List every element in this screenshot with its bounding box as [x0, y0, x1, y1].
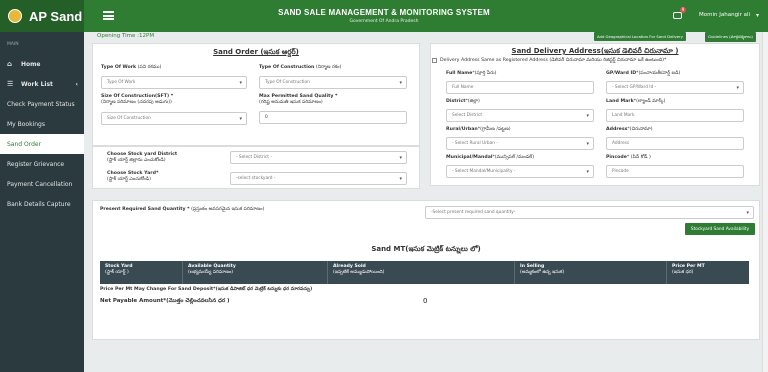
quantity-select[interactable]: -Select present required sand quantity- ▾	[425, 206, 754, 219]
size-of-construction-select[interactable]: Size Of Construction ▾	[101, 112, 247, 125]
stockyard-label: Choose Stock Yard* (స్టాక్ యార్డ్ ఎంచుకోం…	[107, 171, 159, 182]
scrollbar[interactable]	[762, 32, 768, 372]
sidebar-item-label: Bank Details Capture	[7, 200, 71, 208]
sidebar-section-label: MAIN	[7, 42, 19, 47]
pincode-input[interactable]: Pincode	[606, 165, 744, 178]
bell-icon[interactable]	[673, 12, 682, 19]
pincode-label: Pincode* (పిన్ కోడ్ )	[606, 155, 651, 160]
sidebar-item-label: My Bookings	[7, 120, 45, 128]
rural-urban-select[interactable]: - Select Rural Urban - ▾	[446, 137, 594, 150]
district-select[interactable]: Select District ▾	[446, 109, 594, 122]
sidebar-item-check-payment-status[interactable]: Check Payment Status	[0, 94, 84, 114]
column-header: Stock Yard (స్టాక్ యార్డ్ )	[100, 261, 183, 284]
chevron-down-icon: ▾	[586, 140, 589, 147]
sidebar-item-my-bookings[interactable]: My Bookings	[0, 114, 84, 134]
list-icon: ☰	[7, 80, 14, 88]
sidebar-item-label: Work List	[21, 80, 53, 88]
system-title: SAND SALE MANAGEMENT & MONITORING SYSTEM	[278, 8, 490, 17]
address-label: Address*(చిరునామా)	[606, 127, 653, 132]
chevron-down-icon: ▾	[586, 168, 589, 175]
same-address-label: Delivery Address Same as Registered Addr…	[440, 58, 667, 63]
district-label: District*(జిల్లా)	[446, 99, 480, 104]
sidebar-item-label: Check Payment Status	[7, 100, 75, 108]
chevron-down-icon: ▾	[399, 79, 402, 86]
sidebar-item-label: Sand Order	[7, 140, 42, 148]
guidelines-button[interactable]: Guidelines (మార్గదర్శకాలు)	[705, 32, 756, 42]
gp-ward-select[interactable]: - Select GP/Ward Id - ▾	[606, 81, 744, 94]
type-of-construction-label: Type Of Construction (నిర్మాణ రకం)	[259, 65, 342, 70]
system-subtitle: Government Of Andra Pradesh	[349, 19, 419, 24]
mandal-select[interactable]: - Select Mandal/Municipality - ▾	[446, 165, 594, 178]
full-name-label: Full Name*(పూర్తి పేరు)	[446, 71, 497, 76]
chevron-down-icon: ▾	[399, 175, 402, 182]
column-header: Already Sold (ఇప్పటికే అమ్ముడుపోయింది)	[328, 261, 515, 284]
chevron-down-icon: ▾	[746, 209, 749, 216]
chevron-down-icon: ▾	[239, 79, 242, 86]
sidebar: MAIN ⌂ Home ☰ Work List ‹ Check Payment …	[0, 32, 84, 372]
sand-order-title: Sand Order (ఇసుక ఆర్డర్)	[213, 48, 299, 56]
stockyard-availability-button[interactable]: Stockyard Sand Availability	[685, 223, 755, 235]
sidebar-item-home[interactable]: ⌂ Home	[0, 54, 84, 74]
delivery-title: Sand Delivery Address(ఇసుక డెలివరీ చిరున…	[511, 47, 679, 55]
same-address-checkbox[interactable]	[432, 58, 437, 63]
sidebar-item-bank-details-capture[interactable]: Bank Details Capture	[0, 194, 84, 214]
type-of-work-label: Type Of Work (పని రకము)	[101, 65, 162, 70]
gp-ward-label: GP/Ward ID*(పంచాయతీ/వార్డ్ ఐడి)	[606, 71, 681, 76]
sidebar-item-label: Payment Cancellation	[7, 180, 73, 188]
net-payable-value: 0	[423, 297, 428, 305]
sand-mt-title: Sand MT(ఇసుక మెట్రిక్ టన్నులు లో)	[371, 245, 481, 253]
column-header: Price Per MT (ఇసుక ధర)	[672, 264, 705, 275]
type-of-work-select[interactable]: Type Of Work ▾	[101, 76, 247, 89]
chevron-down-icon: ▾	[736, 84, 739, 91]
quantity-label: Present Required Sand Quantity * (ప్రస్త…	[100, 207, 265, 212]
sidebar-item-label: Register Grievance	[7, 160, 65, 168]
stockyard-select[interactable]: -select stockyard - ▾	[230, 172, 407, 185]
mandal-label: Municipal/Mandal*(మున్సిపల్ /మండల్)	[446, 155, 535, 160]
stockyard-district-select[interactable]: - Select District - ▾	[230, 151, 407, 164]
address-input[interactable]: Address	[606, 137, 744, 150]
chevron-down-icon: ▾	[399, 154, 402, 161]
column-header: Available Quantity (లభ్యమయ్యే పరిమాణం)	[183, 261, 328, 284]
size-of-construction-label: Size Of Construction(SFT) * (నిర్మాణ పరిమ…	[101, 94, 174, 105]
opening-time: Opening Time :12PM	[97, 33, 155, 39]
stockyard-district-label: Choose Stock yard District (స్టాక్ యార్డ్…	[107, 152, 178, 163]
land-mark-input[interactable]: Land Mark	[606, 109, 744, 122]
sidebar-item-work-list[interactable]: ☰ Work List ‹	[0, 74, 84, 94]
sidebar-item-payment-cancellation[interactable]: Payment Cancellation	[0, 174, 84, 194]
column-header: In Selling (అమ్మకంలో ఉన్న ఇసుక)	[515, 261, 667, 284]
sidebar-item-label: Home	[21, 60, 41, 68]
sand-mt-table-header: Stock Yard (స్టాక్ యార్డ్ ) Available Qua…	[100, 261, 749, 284]
user-name[interactable]: Momin Jahangir ali	[699, 12, 750, 18]
price-note: Price Per Mt May Change For Sand Deposit…	[100, 287, 313, 292]
full-name-input[interactable]: Full Name	[446, 81, 594, 94]
add-location-button[interactable]: Add Geographical Location For Sand Deliv…	[594, 32, 686, 41]
max-quantity-field[interactable]: 0	[259, 111, 407, 124]
rural-urban-label: Rural/Urban*(గ్రామీణ /పట్టణ)	[446, 127, 511, 132]
home-icon: ⌂	[7, 60, 13, 68]
chevron-down-icon[interactable]: ▾	[756, 12, 759, 19]
chevron-left-icon: ‹	[75, 80, 78, 88]
land-mark-label: Land Mark*(ల్యాండ్ మార్క్)	[606, 99, 666, 104]
top-bar: AP Sand SAND SALE MANAGEMENT & MONITORIN…	[0, 0, 768, 32]
chevron-down-icon: ▾	[586, 112, 589, 119]
chevron-down-icon: ▾	[239, 115, 242, 122]
type-of-construction-select[interactable]: Type Of Construction ▾	[259, 76, 407, 89]
sidebar-item-sand-order[interactable]: Sand Order	[0, 134, 84, 154]
net-payable-label: Net Payable Amount*(మొత్తం చెల్లించవలసిన…	[100, 298, 230, 304]
notification-badge: 9	[680, 7, 686, 13]
sidebar-item-register-grievance[interactable]: Register Grievance	[0, 154, 84, 174]
max-quantity-label: Max Permitted Sand Quality * (గరిష్ట అనుమ…	[259, 94, 338, 105]
